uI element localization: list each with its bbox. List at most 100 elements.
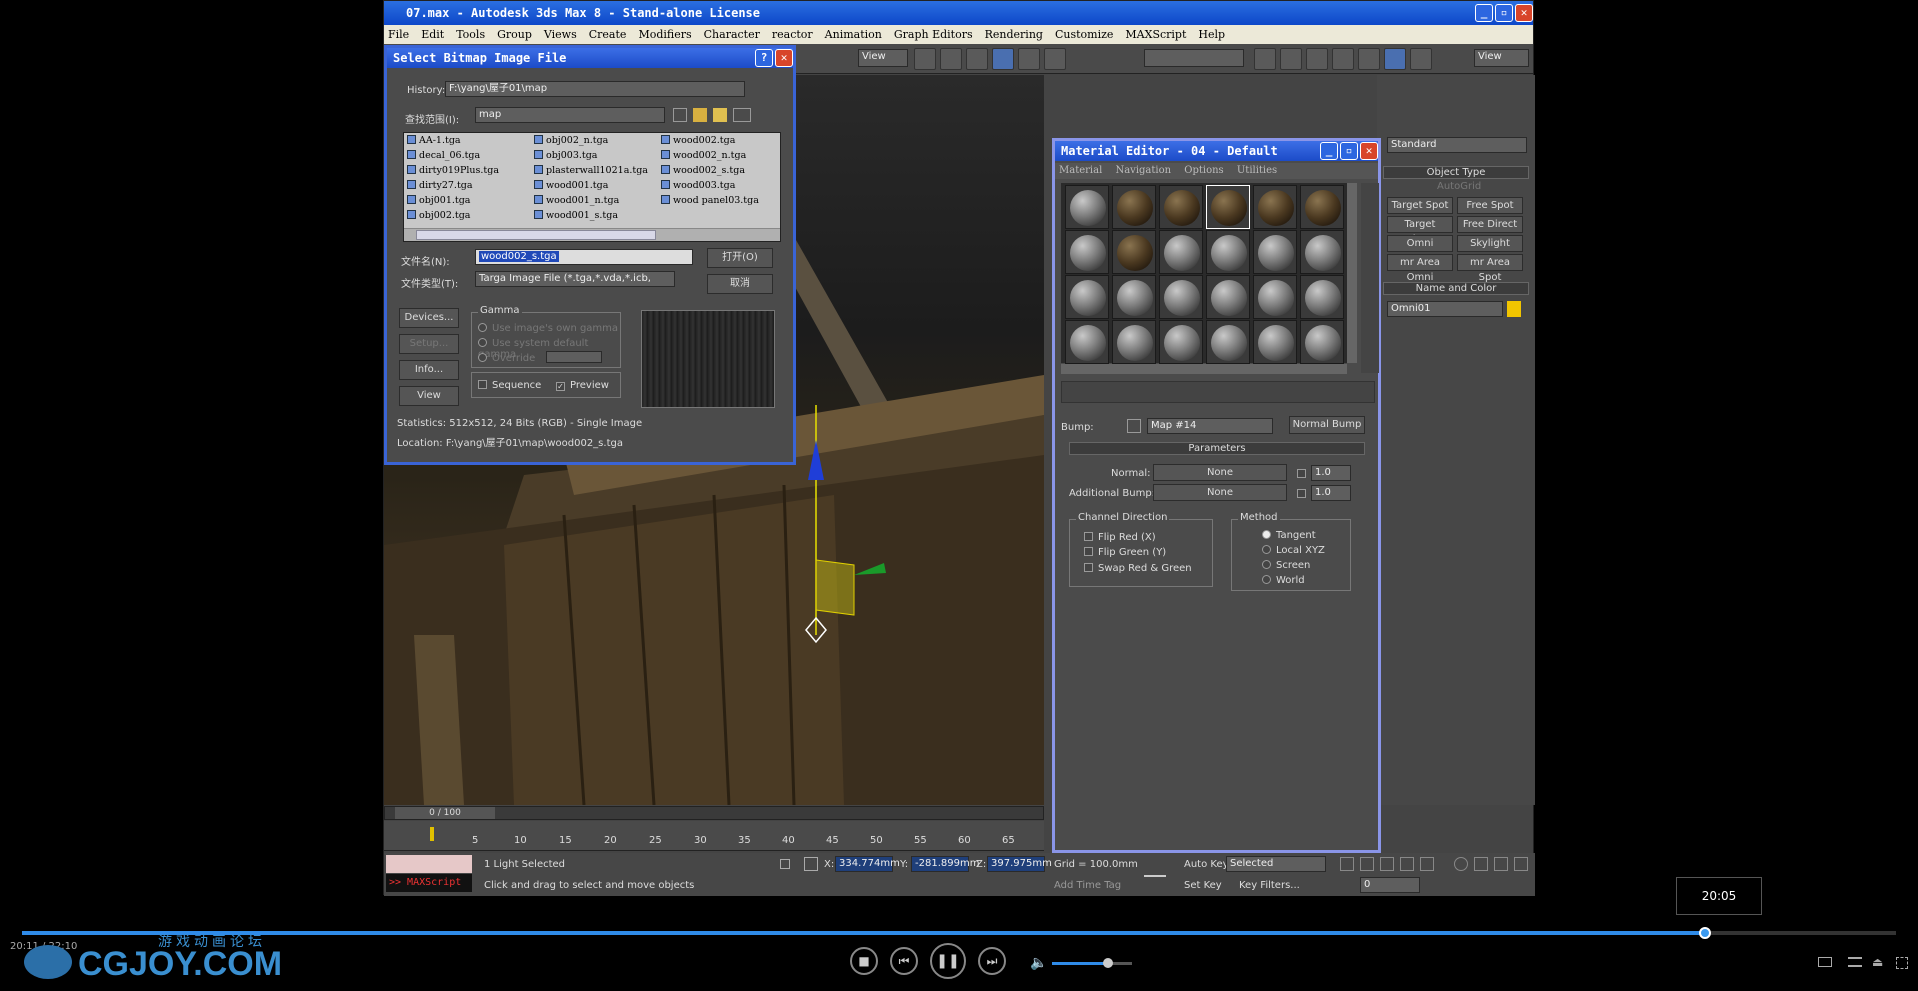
maxscript-mini-listener[interactable]: >> MAXScript (386, 874, 472, 892)
render-view-dropdown[interactable]: View (1474, 49, 1529, 67)
material-editor-icon[interactable] (1384, 48, 1406, 70)
open-button[interactable]: 打开(O) (707, 248, 773, 268)
add-time-tag[interactable]: Add Time Tag (1054, 880, 1121, 891)
material-sample-slot[interactable] (1112, 320, 1156, 364)
material-sample-slot[interactable] (1300, 185, 1344, 229)
align-icon[interactable] (1280, 48, 1302, 70)
pan-icon[interactable] (1474, 857, 1488, 871)
time-slider-thumb[interactable]: 0 / 100 (395, 807, 495, 819)
material-sample-slot[interactable] (1065, 230, 1109, 274)
go-to-start-icon[interactable] (1340, 857, 1354, 871)
material-sample-slot[interactable] (1065, 275, 1109, 319)
back-icon[interactable] (673, 108, 687, 122)
normal-amount-spinner[interactable]: 1.0 (1311, 465, 1351, 481)
minimize-button[interactable]: _ (1475, 4, 1493, 22)
lookin-dropdown[interactable]: map (475, 107, 665, 123)
material-name-dropdown[interactable]: Map #14 (1147, 418, 1273, 434)
select-tool-icon[interactable] (914, 48, 936, 70)
material-sample-slot[interactable] (1065, 320, 1109, 364)
file-item[interactable]: wood002_s.tga (661, 165, 745, 176)
free-direct-button[interactable]: Free Direct (1457, 216, 1523, 233)
autogrid-checkbox[interactable]: AutoGrid (1437, 181, 1481, 192)
me-menu-navigation[interactable]: Navigation (1115, 165, 1171, 176)
me-close-button[interactable]: ✕ (1360, 142, 1378, 160)
pause-button[interactable]: ❚❚ (930, 943, 966, 979)
menu-tools[interactable]: Tools (456, 28, 485, 41)
sequence-checkbox[interactable]: Sequence (478, 380, 541, 391)
gamma-override-spinner[interactable] (546, 351, 602, 363)
set-key-button[interactable]: Set Key (1184, 880, 1222, 891)
menu-customize[interactable]: Customize (1055, 28, 1113, 41)
method-screen-radio[interactable]: Screen (1262, 560, 1310, 571)
up-folder-icon[interactable] (693, 108, 707, 122)
file-item[interactable]: obj003.tga (534, 150, 597, 161)
file-list-scrollbar[interactable] (404, 228, 780, 241)
key-selection-dropdown[interactable]: Selected (1226, 856, 1326, 872)
material-sample-slot[interactable] (1206, 320, 1250, 364)
history-dropdown[interactable]: F:\yang\屋子01\map (445, 81, 745, 97)
category-dropdown[interactable]: Standard (1387, 137, 1527, 153)
me-menu-options[interactable]: Options (1184, 165, 1223, 176)
layer-icon[interactable] (1306, 48, 1328, 70)
close-button[interactable]: ✕ (1515, 4, 1533, 22)
swap-red-green-checkbox[interactable]: Swap Red & Green (1084, 563, 1192, 574)
snap-tool-icon[interactable] (992, 48, 1014, 70)
maximize-viewport-icon[interactable] (1514, 857, 1528, 871)
file-item[interactable]: AA-1.tga (407, 135, 461, 146)
transform-mode-icon[interactable] (804, 857, 818, 871)
bitmap-dialog-close-button[interactable]: ✕ (775, 49, 793, 67)
auto-key-button[interactable]: Auto Key (1184, 859, 1229, 870)
x-coordinate[interactable]: 334.774mm (835, 856, 900, 872)
me-menu-material[interactable]: Material (1059, 165, 1102, 176)
volume-icon[interactable]: 🔈 (1030, 955, 1047, 971)
target-direct-button[interactable]: Target Direct (1387, 216, 1453, 245)
material-sample-slot[interactable] (1112, 185, 1156, 229)
setup-button[interactable]: Setup... (399, 334, 459, 354)
file-item[interactable]: dirty019Plus.tga (407, 165, 499, 176)
menu-group[interactable]: Group (497, 28, 532, 41)
volume-knob[interactable] (1103, 958, 1113, 968)
menu-create[interactable]: Create (589, 28, 627, 41)
rotate-tool-icon[interactable] (966, 48, 988, 70)
free-spot-button[interactable]: Free Spot (1457, 197, 1523, 214)
mirror-icon[interactable] (1254, 48, 1276, 70)
material-sample-slot[interactable] (1065, 185, 1109, 229)
cancel-button[interactable]: 取消 (707, 274, 773, 294)
material-sample-slot[interactable] (1112, 230, 1156, 274)
material-sample-slot[interactable] (1300, 230, 1344, 274)
menu-edit[interactable]: Edit (421, 28, 444, 41)
file-item[interactable]: obj002.tga (407, 210, 470, 221)
current-frame-field[interactable]: 0 (1360, 877, 1420, 893)
z-coordinate[interactable]: 397.975mm (987, 856, 1052, 872)
method-local-xyz-radio[interactable]: Local XYZ (1262, 545, 1325, 556)
file-item[interactable]: wood002.tga (661, 135, 735, 146)
pick-material-icon[interactable] (1127, 419, 1141, 433)
view-dropdown[interactable]: View (858, 49, 908, 67)
named-selection-dropdown[interactable] (1144, 49, 1244, 67)
new-folder-icon[interactable] (713, 108, 727, 122)
normal-map-button[interactable]: None (1153, 464, 1287, 481)
previous-button[interactable]: ⏮ (890, 947, 918, 975)
trackbar[interactable]: 5 10 15 20 25 30 35 40 45 50 55 60 65 (384, 821, 1044, 851)
file-item[interactable]: decal_06.tga (407, 150, 480, 161)
zoom-icon[interactable] (1454, 857, 1468, 871)
move-tool-icon[interactable] (940, 48, 962, 70)
file-item[interactable]: wood001_n.tga (534, 195, 619, 206)
skylight-button[interactable]: Skylight (1457, 235, 1523, 252)
file-item[interactable]: wood001.tga (534, 180, 608, 191)
preview-checkbox[interactable]: ✓ Preview (556, 380, 609, 391)
me-minimize-button[interactable]: _ (1320, 142, 1338, 160)
view-button[interactable]: View (399, 386, 459, 406)
material-sample-slot[interactable] (1253, 230, 1297, 274)
additional-bump-enable-checkbox[interactable] (1297, 487, 1311, 500)
menu-character[interactable]: Character (704, 28, 760, 41)
material-sample-slot[interactable] (1159, 275, 1203, 319)
sample-slots-vscroll[interactable] (1347, 183, 1357, 363)
next-button[interactable]: ⏭ (978, 947, 1006, 975)
name-color-rollout[interactable]: Name and Color (1383, 282, 1529, 295)
material-sample-slot[interactable] (1300, 320, 1344, 364)
devices-button[interactable]: Devices... (399, 308, 459, 328)
stop-button[interactable]: ■ (850, 947, 878, 975)
schematic-icon[interactable] (1358, 48, 1380, 70)
material-sample-slot[interactable] (1206, 230, 1250, 274)
